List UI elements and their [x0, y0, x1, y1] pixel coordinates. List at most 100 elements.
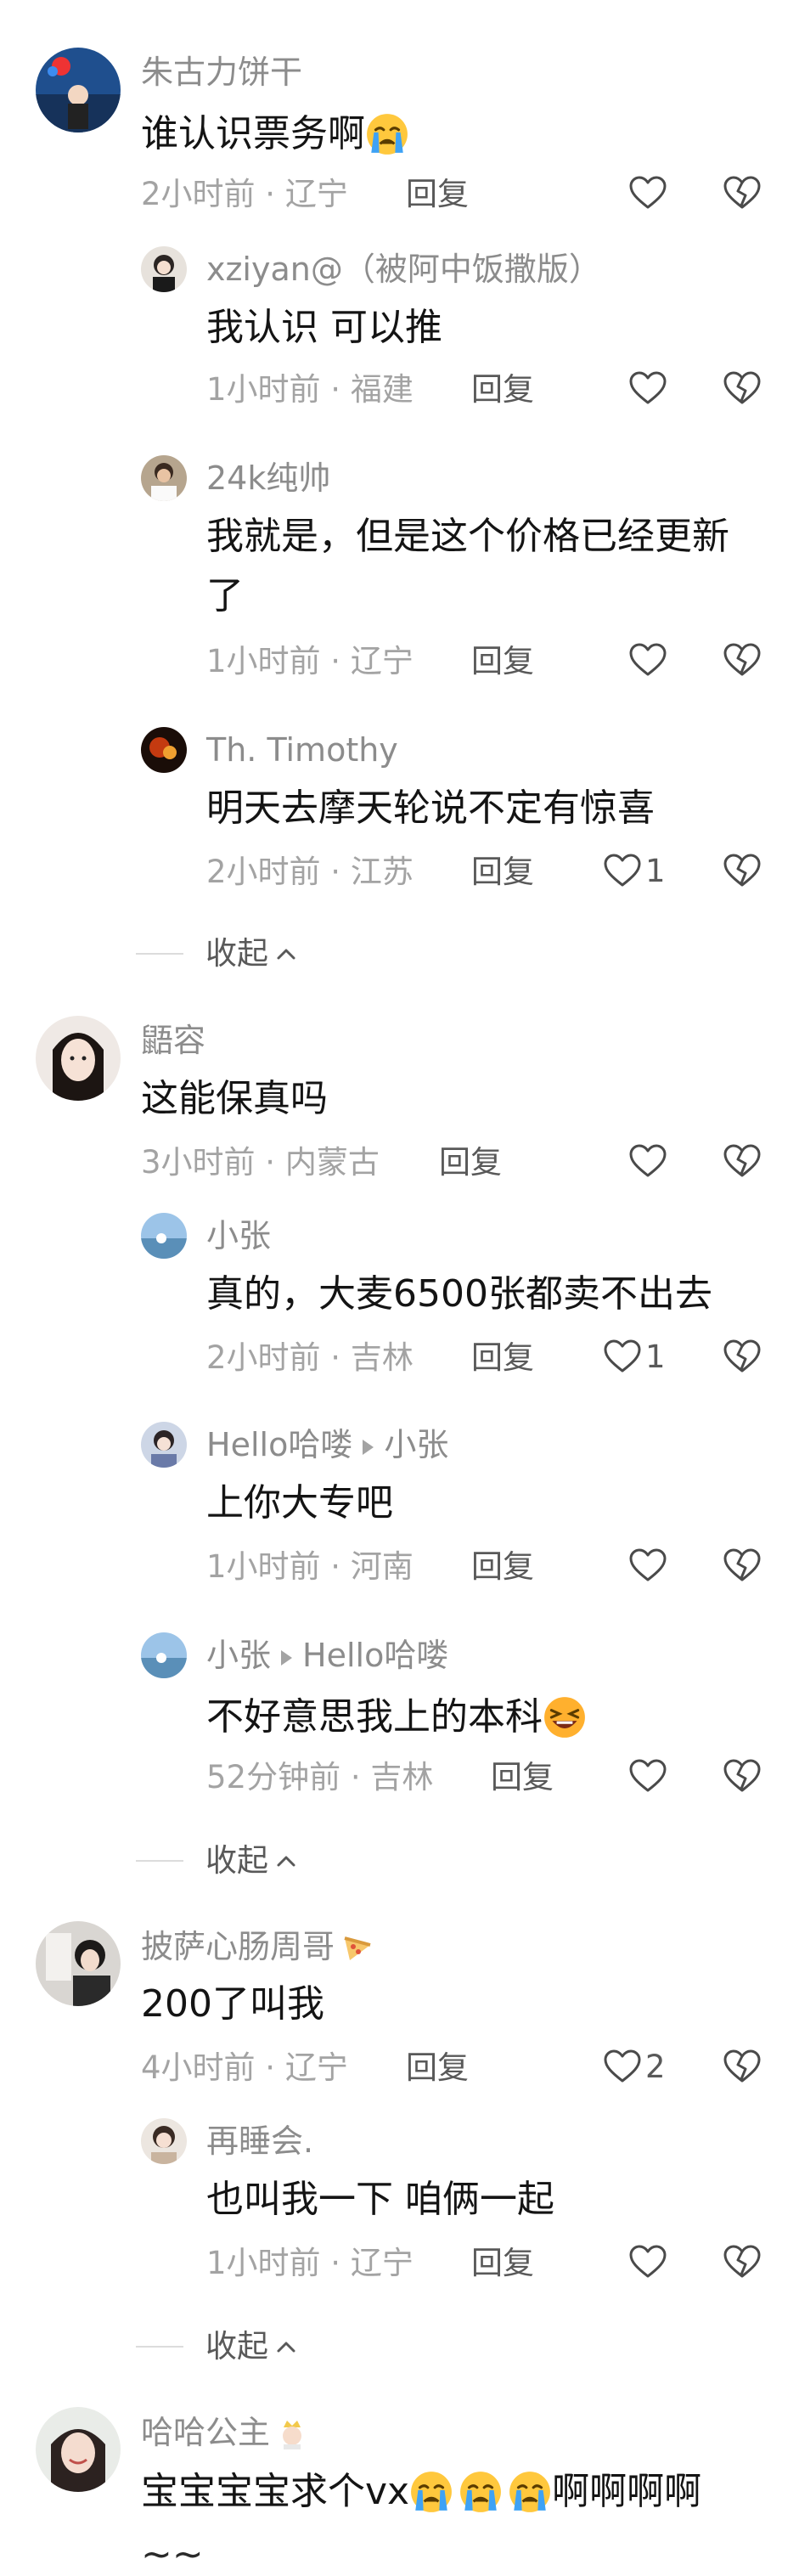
avatar[interactable] [141, 246, 187, 292]
comment-meta: 4小时前 · 辽宁 [141, 2049, 348, 2086]
avatar[interactable] [141, 455, 187, 501]
avatar[interactable] [36, 48, 121, 132]
avatar[interactable] [141, 1213, 187, 1259]
reply-button[interactable]: 回复 [491, 1761, 554, 1793]
like-button[interactable] [628, 370, 671, 406]
author-name[interactable]: 哈哈公主 [141, 2416, 270, 2449]
author-name[interactable]: 小张 [206, 1637, 271, 1674]
reply-to-name[interactable]: 小张 [384, 1426, 448, 1463]
reply-button[interactable]: 回复 [471, 1342, 534, 1373]
comment-text: 宝宝宝宝求个vx 啊啊啊啊 [141, 2470, 701, 2514]
collapse-replies-button[interactable]: 收起 [136, 1845, 299, 1876]
broken-heart-icon [723, 1143, 762, 1179]
comment-author[interactable]: 哈哈公主 [141, 2415, 309, 2449]
like-button[interactable] [628, 1143, 671, 1179]
comment-text: 明天去摩天轮说不定有惊喜 [206, 786, 655, 830]
laughing-emoji [543, 1695, 587, 1739]
chevron-up-icon [277, 949, 295, 959]
like-button[interactable]: 1 [603, 1339, 666, 1374]
like-button[interactable] [628, 642, 671, 678]
broken-heart-icon [723, 370, 762, 406]
crying-emoji [508, 2470, 552, 2514]
comment-text-content: 不好意思我上的本科 [206, 1695, 543, 1739]
like-count: 2 [645, 2048, 666, 2085]
comment-text: 这能保真吗 [141, 1077, 328, 1120]
dislike-button[interactable] [723, 853, 762, 892]
comment-author[interactable]: 再睡会. [206, 2125, 313, 2157]
comment-meta: 2小时前 · 江苏 [206, 854, 414, 890]
chevron-up-icon [277, 2342, 295, 2352]
broken-heart-icon [723, 1547, 762, 1583]
dislike-button[interactable] [723, 1143, 762, 1182]
like-button[interactable] [628, 1547, 671, 1583]
like-count: 1 [645, 852, 666, 889]
dislike-button[interactable] [723, 2049, 762, 2088]
avatar[interactable] [141, 727, 187, 773]
reply-to-name[interactable]: Hello哈喽 [302, 1637, 448, 1674]
comment-author[interactable]: Th. Timothy [206, 734, 398, 766]
comment-text: 不好意思我上的本科 [206, 1695, 587, 1739]
broken-heart-icon [723, 2244, 762, 2280]
dislike-button[interactable] [723, 175, 762, 214]
author-name[interactable]: 披萨心肠周哥 [141, 1931, 335, 1963]
collapse-replies-button[interactable]: 收起 [136, 2331, 299, 2362]
comment-text-partial-line: ~~ [141, 2533, 204, 2576]
reply-button[interactable]: 回复 [471, 2247, 534, 2279]
comment-author[interactable]: 小张 Hello哈喽 [206, 1639, 448, 1671]
chevron-up-icon [277, 1856, 295, 1866]
comment-author[interactable]: 披萨心肠周哥 [141, 1930, 374, 1964]
heart-icon [628, 1758, 667, 1794]
comment-author[interactable]: 24k纯帅 [206, 462, 330, 494]
avatar[interactable] [36, 1016, 121, 1101]
reply-button[interactable]: 回复 [471, 374, 534, 405]
heart-icon [603, 853, 642, 888]
avatar[interactable] [36, 2407, 121, 2492]
comment-meta: 1小时前 · 辽宁 [206, 643, 414, 679]
avatar[interactable] [141, 1632, 187, 1678]
reply-button[interactable]: 回复 [471, 856, 534, 888]
comment-author[interactable]: xziyan@（被阿中饭撒版） [206, 253, 601, 285]
like-button[interactable]: 1 [603, 853, 666, 888]
avatar[interactable] [36, 1921, 121, 2006]
comment-meta: 1小时前 · 辽宁 [206, 2245, 414, 2281]
reply-button[interactable]: 回复 [471, 1551, 534, 1582]
comment-author[interactable]: Hello哈喽 小张 [206, 1429, 448, 1461]
broken-heart-icon [723, 2049, 762, 2084]
like-button[interactable] [628, 2244, 671, 2280]
like-button[interactable] [628, 175, 671, 211]
reply-button[interactable]: 回复 [406, 178, 469, 210]
dislike-button[interactable] [723, 2244, 762, 2283]
comment-text: 真的，大麦6500张都卖不出去 [206, 1272, 712, 1316]
avatar[interactable] [141, 2118, 187, 2164]
comment-author[interactable]: 朱古力饼干 [141, 56, 302, 88]
dislike-button[interactable] [723, 642, 762, 681]
crying-emoji [409, 2470, 453, 2514]
avatar[interactable] [141, 1422, 187, 1468]
comment-author[interactable]: 鼯容 [141, 1024, 205, 1057]
comment-text: 谁认识票务啊 [141, 112, 409, 156]
reply-button[interactable]: 回复 [406, 2052, 469, 2083]
reply-button[interactable]: 回复 [439, 1147, 502, 1178]
collapse-replies-button[interactable]: 收起 [136, 938, 299, 969]
heart-icon [603, 1339, 642, 1374]
crying-emoji [459, 2470, 503, 2514]
comment-text: 200了叫我 [141, 1982, 324, 2026]
comment-author[interactable]: 小张 [206, 1220, 271, 1252]
broken-heart-icon [723, 1758, 762, 1794]
like-button[interactable] [628, 1758, 671, 1794]
reply-button[interactable]: 回复 [471, 645, 534, 677]
divider [136, 1859, 183, 1862]
heart-icon [628, 370, 667, 406]
divider [136, 2345, 183, 2348]
dislike-button[interactable] [723, 1339, 762, 1378]
collapse-label: 收起 [205, 935, 268, 972]
author-name[interactable]: Hello哈喽 [206, 1426, 352, 1463]
dislike-button[interactable] [723, 1758, 762, 1797]
heart-icon [628, 2244, 667, 2280]
dislike-button[interactable] [723, 370, 762, 409]
dislike-button[interactable] [723, 1547, 762, 1587]
princess-emoji [283, 2421, 302, 2449]
comment-meta: 3小时前 · 内蒙古 [141, 1144, 380, 1181]
comment-text-tail: 啊啊啊啊 [552, 2470, 702, 2513]
like-button[interactable]: 2 [603, 2049, 666, 2084]
